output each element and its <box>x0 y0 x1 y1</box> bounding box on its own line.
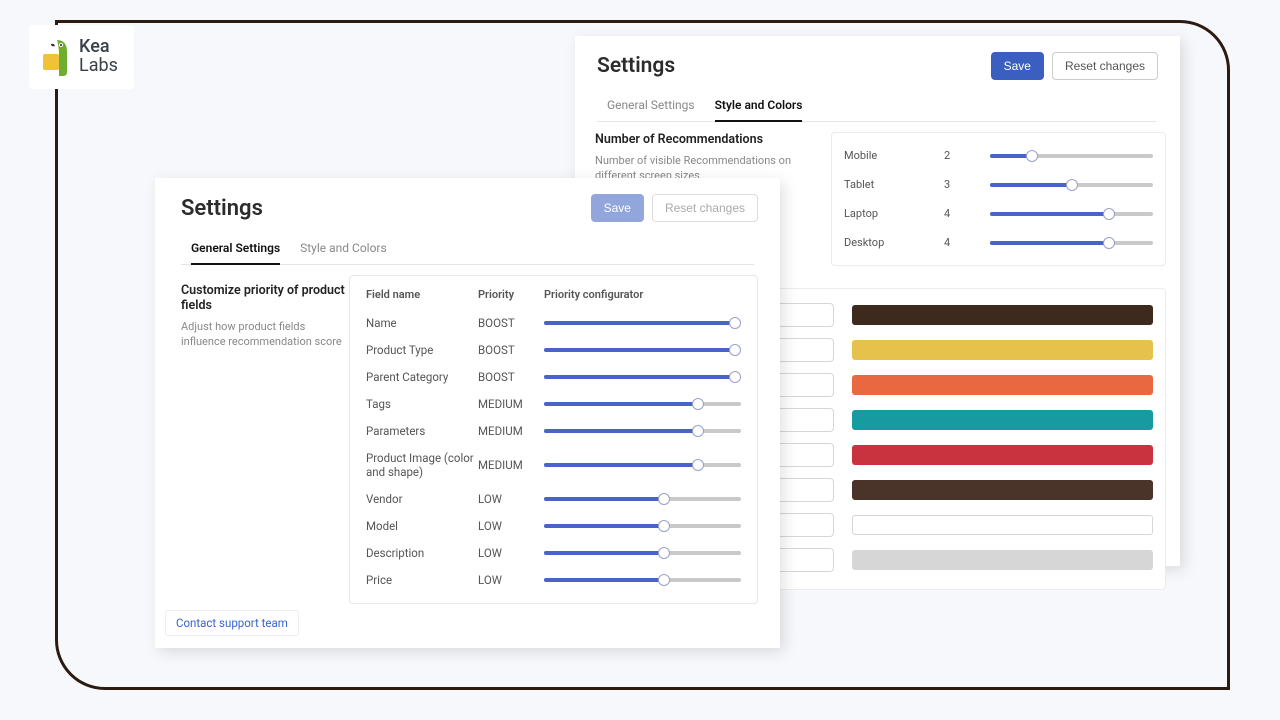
priority-slider[interactable] <box>544 348 741 352</box>
field-name: Tags <box>366 397 478 411</box>
priority-slider[interactable] <box>990 241 1153 245</box>
priority-row: Product Image (color and shape)MEDIUM <box>366 444 741 485</box>
tab-general-settings[interactable]: General Settings <box>191 235 280 265</box>
recommendation-count: 3 <box>944 178 990 191</box>
priority-row: Parent CategoryBOOST <box>366 363 741 390</box>
kealabs-logo: Kea Labs <box>29 25 134 89</box>
priority-slider[interactable] <box>544 497 741 501</box>
field-name: Price <box>366 573 478 587</box>
priority-row: DescriptionLOW <box>366 539 741 566</box>
device-label: Mobile <box>844 149 944 162</box>
priority-row: VendorLOW <box>366 485 741 512</box>
col-header-priority: Priority <box>478 288 544 301</box>
recommendation-count: 2 <box>944 149 990 162</box>
col-header-config: Priority configurator <box>544 288 741 301</box>
priority-value: MEDIUM <box>478 458 544 472</box>
field-name: Parameters <box>366 424 478 438</box>
recommendation-count: 4 <box>944 236 990 249</box>
field-name: Product Type <box>366 343 478 357</box>
field-name: Model <box>366 519 478 533</box>
priority-slider[interactable] <box>544 463 741 467</box>
save-button[interactable]: Save <box>591 194 644 222</box>
section-description: Adjust how product fields influence reco… <box>181 319 345 350</box>
logo-text: Kea Labs <box>79 38 118 76</box>
field-name: Name <box>366 316 478 330</box>
priority-row: TagsMEDIUM <box>366 390 741 417</box>
recommendation-row: Laptop4 <box>844 199 1153 228</box>
device-label: Tablet <box>844 178 944 191</box>
section-title: Number of Recommendations <box>595 132 817 147</box>
priority-value: MEDIUM <box>478 397 544 411</box>
color-swatch[interactable] <box>852 375 1153 395</box>
field-name: Product Image (color and shape) <box>366 451 478 479</box>
priority-row: NameBOOST <box>366 309 741 336</box>
recommendation-row: Desktop4 <box>844 228 1153 257</box>
color-swatch[interactable] <box>852 550 1153 570</box>
parrot-icon <box>45 38 75 76</box>
field-name: Description <box>366 546 478 560</box>
priority-value: LOW <box>478 573 544 587</box>
priority-row: PriceLOW <box>366 566 741 593</box>
priority-value: LOW <box>478 546 544 560</box>
priority-table: Field name Priority Priority configurato… <box>349 275 758 604</box>
priority-slider[interactable] <box>544 551 741 555</box>
priority-slider[interactable] <box>990 183 1153 187</box>
priority-slider[interactable] <box>544 402 741 406</box>
priority-value: BOOST <box>478 343 544 357</box>
tab-style-and-colors[interactable]: Style and Colors <box>715 92 803 122</box>
color-swatch[interactable] <box>852 410 1153 430</box>
color-swatch[interactable] <box>852 305 1153 325</box>
priority-slider[interactable] <box>544 524 741 528</box>
col-header-name: Field name <box>366 288 478 301</box>
field-name: Vendor <box>366 492 478 506</box>
recommendation-row: Mobile2 <box>844 141 1153 170</box>
priority-slider[interactable] <box>544 578 741 582</box>
priority-slider[interactable] <box>544 321 741 325</box>
tab-general-settings[interactable]: General Settings <box>607 92 695 121</box>
color-swatch[interactable] <box>852 480 1153 500</box>
recommendation-count: 4 <box>944 207 990 220</box>
priority-slider[interactable] <box>544 429 741 433</box>
tabs: General Settings Style and Colors <box>181 235 754 265</box>
reset-button[interactable]: Reset changes <box>652 194 758 222</box>
recommendation-row: Tablet3 <box>844 170 1153 199</box>
save-button[interactable]: Save <box>991 52 1044 80</box>
priority-value: MEDIUM <box>478 424 544 438</box>
priority-value: BOOST <box>478 370 544 384</box>
priority-row: ParametersMEDIUM <box>366 417 741 444</box>
contact-support-link[interactable]: Contact support team <box>165 610 299 636</box>
logo-line2: Labs <box>79 57 118 76</box>
priority-row: ModelLOW <box>366 512 741 539</box>
settings-panel-general: Settings Save Reset changes General Sett… <box>155 178 780 648</box>
field-name: Parent Category <box>366 370 478 384</box>
color-swatch[interactable] <box>852 445 1153 465</box>
recommendations-card: Mobile2Tablet3Laptop4Desktop4 <box>831 132 1166 266</box>
priority-value: LOW <box>478 519 544 533</box>
priority-row: Product TypeBOOST <box>366 336 741 363</box>
priority-value: LOW <box>478 492 544 506</box>
priority-slider[interactable] <box>990 154 1153 158</box>
device-label: Desktop <box>844 236 944 249</box>
device-label: Laptop <box>844 207 944 220</box>
tab-style-and-colors[interactable]: Style and Colors <box>300 235 387 264</box>
priority-value: BOOST <box>478 316 544 330</box>
priority-slider[interactable] <box>544 375 741 379</box>
tabs: General Settings Style and Colors <box>597 92 1156 122</box>
priority-slider[interactable] <box>990 212 1153 216</box>
color-swatch[interactable] <box>852 515 1153 535</box>
color-swatch[interactable] <box>852 340 1153 360</box>
section-title: Customize priority of product fields <box>181 283 345 313</box>
reset-button[interactable]: Reset changes <box>1052 52 1158 80</box>
